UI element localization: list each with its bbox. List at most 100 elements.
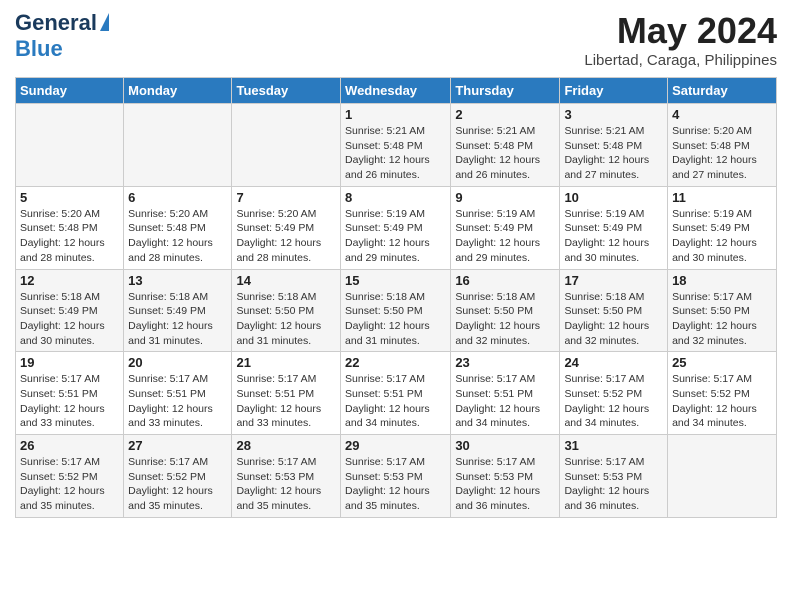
calendar-day: 29Sunrise: 5:17 AM Sunset: 5:53 PM Dayli… — [341, 435, 451, 518]
day-info: Sunrise: 5:17 AM Sunset: 5:53 PM Dayligh… — [345, 455, 446, 514]
logo-blue: Blue — [15, 36, 63, 61]
day-info: Sunrise: 5:17 AM Sunset: 5:51 PM Dayligh… — [455, 372, 555, 431]
calendar-day: 30 Sunrise: 5:17 AM Sunset: 5:53 PM Dayli… — [451, 435, 560, 518]
day-info: Sunrise: 5:20 AM Sunset: 5:49 PM Dayligh… — [236, 207, 336, 266]
calendar-week-1: 1 Sunrise: 5:21 AM Sunset: 5:48 PM Daylig… — [16, 104, 777, 187]
day-info: Sunrise: 5:18 AM Sunset: 5:50 PM Dayligh… — [236, 290, 336, 349]
day-number: 10 — [564, 190, 663, 205]
logo-triangle-icon — [100, 13, 109, 31]
day-info: Sunrise: 5:17 AM Sunset: 5:52 PM Dayligh… — [128, 455, 227, 514]
day-number: 20 — [128, 355, 227, 370]
day-info: Sunrise: 5:17 AM Sunset: 5:51 PM Dayligh… — [20, 372, 119, 431]
day-number: 15 — [345, 273, 446, 288]
logo: General Blue — [15, 10, 109, 62]
day-info: Sunrise: 5:17 AM Sunset: 5:52 PM Dayligh… — [672, 372, 772, 431]
day-info: Sunrise: 5:20 AM Sunset: 5:48 PM Dayligh… — [128, 207, 227, 266]
calendar-day: 31 Sunrise: 5:17 AM Sunset: 5:53 PM Dayli… — [560, 435, 668, 518]
day-info: Sunrise: 5:17 AM Sunset: 5:52 PM Dayligh… — [20, 455, 119, 514]
day-number: 22 — [345, 355, 446, 370]
dow-sunday: Sunday — [16, 78, 124, 104]
day-number: 2 — [455, 107, 555, 122]
day-number: 14 — [236, 273, 336, 288]
dow-monday: Monday — [124, 78, 232, 104]
dow-thursday: Thursday — [451, 78, 560, 104]
calendar-day: 20 Sunrise: 5:17 AM Sunset: 5:51 PM Dayli… — [124, 352, 232, 435]
day-info: Sunrise: 5:17 AM Sunset: 5:53 PM Dayligh… — [564, 455, 663, 514]
day-info: Sunrise: 5:17 AM Sunset: 5:53 PM Dayligh… — [236, 455, 336, 514]
day-info: Sunrise: 5:20 AM Sunset: 5:48 PM Dayligh… — [20, 207, 119, 266]
day-info: Sunrise: 5:19 AM Sunset: 5:49 PM Dayligh… — [345, 207, 446, 266]
calendar-day: 27 Sunrise: 5:17 AM Sunset: 5:52 PM Dayli… — [124, 435, 232, 518]
day-info: Sunrise: 5:18 AM Sunset: 5:50 PM Dayligh… — [345, 290, 446, 349]
calendar-day: 24 Sunrise: 5:17 AM Sunset: 5:52 PM Dayli… — [560, 352, 668, 435]
calendar-day: 1Sunrise: 5:21 AM Sunset: 5:48 PM Daylig… — [341, 104, 451, 187]
day-info: Sunrise: 5:17 AM Sunset: 5:53 PM Dayligh… — [455, 455, 555, 514]
day-info: Sunrise: 5:19 AM Sunset: 5:49 PM Dayligh… — [672, 207, 772, 266]
dow-tuesday: Tuesday — [232, 78, 341, 104]
dow-friday: Friday — [560, 78, 668, 104]
day-info: Sunrise: 5:20 AM Sunset: 5:48 PM Dayligh… — [672, 124, 772, 183]
dow-wednesday: Wednesday — [341, 78, 451, 104]
calendar-day: 26Sunrise: 5:17 AM Sunset: 5:52 PM Dayli… — [16, 435, 124, 518]
day-number: 4 — [672, 107, 772, 122]
calendar-week-2: 5 Sunrise: 5:20 AM Sunset: 5:48 PM Daylig… — [16, 186, 777, 269]
calendar-day: 7 Sunrise: 5:20 AM Sunset: 5:49 PM Daylig… — [232, 186, 341, 269]
calendar-day: 19Sunrise: 5:17 AM Sunset: 5:51 PM Dayli… — [16, 352, 124, 435]
day-number: 1 — [345, 107, 446, 122]
calendar-day — [232, 104, 341, 187]
day-number: 5 — [20, 190, 119, 205]
day-info: Sunrise: 5:21 AM Sunset: 5:48 PM Dayligh… — [564, 124, 663, 183]
calendar-day: 16Sunrise: 5:18 AM Sunset: 5:50 PM Dayli… — [451, 269, 560, 352]
calendar-day: 4 Sunrise: 5:20 AM Sunset: 5:48 PM Daylig… — [668, 104, 777, 187]
calendar-day: 14 Sunrise: 5:18 AM Sunset: 5:50 PM Dayli… — [232, 269, 341, 352]
day-info: Sunrise: 5:21 AM Sunset: 5:48 PM Dayligh… — [455, 124, 555, 183]
calendar-day: 28 Sunrise: 5:17 AM Sunset: 5:53 PM Dayli… — [232, 435, 341, 518]
calendar-day — [124, 104, 232, 187]
day-number: 7 — [236, 190, 336, 205]
calendar-day — [16, 104, 124, 187]
month-title: May 2024 — [584, 10, 777, 52]
day-info: Sunrise: 5:18 AM Sunset: 5:49 PM Dayligh… — [20, 290, 119, 349]
day-number: 23 — [455, 355, 555, 370]
day-number: 24 — [564, 355, 663, 370]
calendar-week-5: 26Sunrise: 5:17 AM Sunset: 5:52 PM Dayli… — [16, 435, 777, 518]
day-info: Sunrise: 5:17 AM Sunset: 5:50 PM Dayligh… — [672, 290, 772, 349]
calendar-day — [668, 435, 777, 518]
calendar-day: 2 Sunrise: 5:21 AM Sunset: 5:48 PM Daylig… — [451, 104, 560, 187]
day-info: Sunrise: 5:17 AM Sunset: 5:51 PM Dayligh… — [128, 372, 227, 431]
day-number: 18 — [672, 273, 772, 288]
calendar-day: 6Sunrise: 5:20 AM Sunset: 5:48 PM Daylig… — [124, 186, 232, 269]
calendar-body: 1 Sunrise: 5:21 AM Sunset: 5:48 PM Daylig… — [16, 104, 777, 518]
dow-saturday: Saturday — [668, 78, 777, 104]
day-number: 31 — [564, 438, 663, 453]
location-subtitle: Libertad, Caraga, Philippines — [584, 52, 777, 69]
calendar-day: 3 Sunrise: 5:21 AM Sunset: 5:48 PM Daylig… — [560, 104, 668, 187]
page-header: General Blue May 2024 Libertad, Caraga, … — [15, 10, 777, 69]
calendar-day: 25 Sunrise: 5:17 AM Sunset: 5:52 PM Dayli… — [668, 352, 777, 435]
day-number: 9 — [455, 190, 555, 205]
day-number: 3 — [564, 107, 663, 122]
days-of-week-header: SundayMondayTuesdayWednesdayThursdayFrid… — [16, 78, 777, 104]
day-number: 28 — [236, 438, 336, 453]
calendar-day: 15 Sunrise: 5:18 AM Sunset: 5:50 PM Dayli… — [341, 269, 451, 352]
day-number: 16 — [455, 273, 555, 288]
day-number: 30 — [455, 438, 555, 453]
day-number: 25 — [672, 355, 772, 370]
day-number: 12 — [20, 273, 119, 288]
calendar-day: 12 Sunrise: 5:18 AM Sunset: 5:49 PM Dayli… — [16, 269, 124, 352]
calendar-day: 8 Sunrise: 5:19 AM Sunset: 5:49 PM Daylig… — [341, 186, 451, 269]
calendar-day: 22 Sunrise: 5:17 AM Sunset: 5:51 PM Dayli… — [341, 352, 451, 435]
day-info: Sunrise: 5:17 AM Sunset: 5:51 PM Dayligh… — [236, 372, 336, 431]
day-number: 27 — [128, 438, 227, 453]
day-info: Sunrise: 5:17 AM Sunset: 5:52 PM Dayligh… — [564, 372, 663, 431]
calendar-day: 5 Sunrise: 5:20 AM Sunset: 5:48 PM Daylig… — [16, 186, 124, 269]
day-info: Sunrise: 5:17 AM Sunset: 5:51 PM Dayligh… — [345, 372, 446, 431]
day-info: Sunrise: 5:19 AM Sunset: 5:49 PM Dayligh… — [564, 207, 663, 266]
calendar-table: SundayMondayTuesdayWednesdayThursdayFrid… — [15, 77, 777, 518]
day-number: 17 — [564, 273, 663, 288]
calendar-day: 17 Sunrise: 5:18 AM Sunset: 5:50 PM Dayli… — [560, 269, 668, 352]
day-info: Sunrise: 5:19 AM Sunset: 5:49 PM Dayligh… — [455, 207, 555, 266]
day-number: 8 — [345, 190, 446, 205]
calendar-day: 13Sunrise: 5:18 AM Sunset: 5:49 PM Dayli… — [124, 269, 232, 352]
day-info: Sunrise: 5:18 AM Sunset: 5:50 PM Dayligh… — [564, 290, 663, 349]
